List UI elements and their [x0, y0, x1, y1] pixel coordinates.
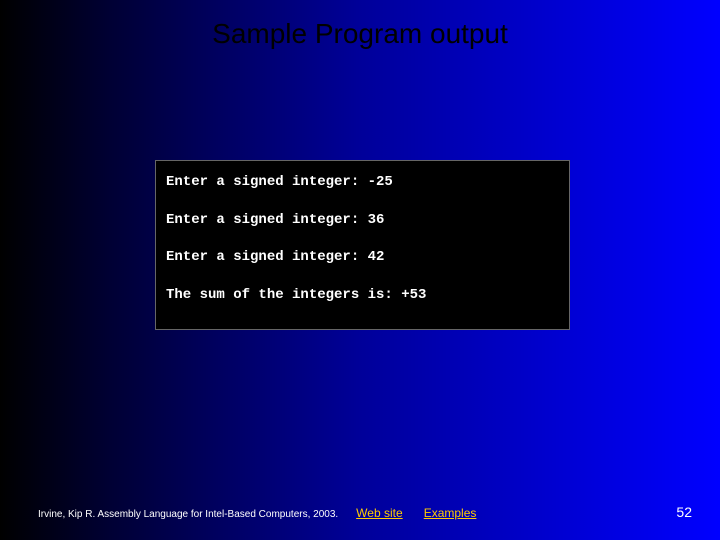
console-line: Enter a signed integer: -25: [166, 173, 559, 193]
examples-link[interactable]: Examples: [424, 506, 477, 520]
citation-text: Irvine, Kip R. Assembly Language for Int…: [38, 509, 338, 520]
page-number: 52: [676, 504, 692, 520]
slide-title: Sample Program output: [0, 0, 720, 50]
console-line: Enter a signed integer: 36: [166, 211, 559, 231]
footer-links: Web site Examples: [356, 506, 494, 520]
footer: Irvine, Kip R. Assembly Language for Int…: [0, 504, 720, 520]
console-line: The sum of the integers is: +53: [166, 286, 559, 306]
console-output-box: Enter a signed integer: -25 Enter a sign…: [155, 160, 570, 330]
console-line: Enter a signed integer: 42: [166, 248, 559, 268]
website-link[interactable]: Web site: [356, 506, 402, 520]
